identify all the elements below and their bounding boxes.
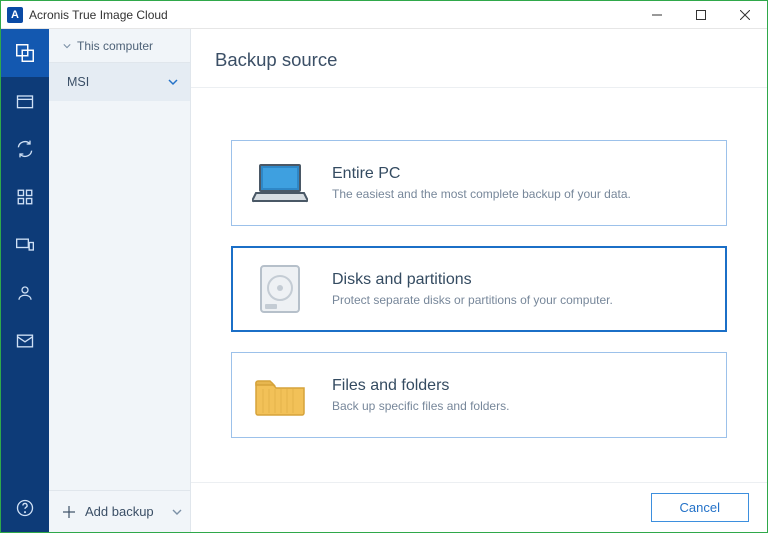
backup-list-sidebar: This computer MSI Add backup (49, 29, 191, 532)
sync-icon (15, 139, 35, 159)
laptop-icon (252, 157, 308, 209)
body: This computer MSI Add backup Back (1, 29, 767, 532)
nav-account[interactable] (1, 269, 49, 317)
nav-sync[interactable] (1, 125, 49, 173)
option-title: Entire PC (332, 165, 631, 183)
option-files-folders[interactable]: Files and folders Back up specific files… (231, 352, 727, 438)
option-entire-pc[interactable]: Entire PC The easiest and the most compl… (231, 140, 727, 226)
main-panel: Backup source Entire PC The easiest and … (191, 29, 767, 532)
plus-icon (63, 506, 75, 518)
chevron-down-icon (63, 42, 71, 50)
add-backup-button[interactable]: Add backup (49, 490, 190, 532)
backup-source-options: Entire PC The easiest and the most compl… (191, 88, 767, 482)
grid-icon (16, 188, 34, 206)
nav-help[interactable] (1, 484, 49, 532)
option-desc: Back up specific files and folders. (332, 399, 509, 413)
nav-dashboard[interactable] (1, 173, 49, 221)
sidebar-group-label: This computer (77, 39, 153, 53)
window-controls (635, 1, 767, 29)
chevron-down-icon (172, 507, 182, 517)
sidebar-item-msi[interactable]: MSI (49, 63, 190, 101)
window-title: Acronis True Image Cloud (29, 8, 168, 22)
folder-icon (252, 369, 308, 421)
option-desc: Protect separate disks or partitions of … (332, 293, 613, 307)
archive-icon (15, 91, 35, 111)
app-icon: A (7, 7, 23, 23)
sidebar-group-header[interactable]: This computer (49, 29, 190, 63)
app-window: A Acronis True Image Cloud (0, 0, 768, 533)
option-title: Disks and partitions (332, 271, 613, 289)
nav-feedback[interactable] (1, 317, 49, 365)
page-title: Backup source (191, 29, 767, 88)
mail-icon (15, 331, 35, 351)
help-icon (15, 498, 35, 518)
nav-rail (1, 29, 49, 532)
option-disks-partitions[interactable]: Disks and partitions Protect separate di… (231, 246, 727, 332)
nav-archive[interactable] (1, 77, 49, 125)
maximize-button[interactable] (679, 1, 723, 29)
minimize-button[interactable] (635, 1, 679, 29)
disk-icon (252, 263, 308, 315)
nav-backup[interactable] (1, 29, 49, 77)
titlebar: A Acronis True Image Cloud (1, 1, 767, 29)
cancel-button[interactable]: Cancel (651, 493, 749, 522)
devices-icon (15, 235, 35, 255)
option-title: Files and folders (332, 377, 509, 395)
nav-devices[interactable] (1, 221, 49, 269)
sidebar-item-label: MSI (67, 75, 89, 89)
chevron-down-icon (168, 77, 178, 87)
close-button[interactable] (723, 1, 767, 29)
add-backup-label: Add backup (85, 504, 154, 519)
option-desc: The easiest and the most complete backup… (332, 187, 631, 201)
footer: Cancel (191, 482, 767, 532)
person-icon (16, 284, 34, 302)
backup-icon (14, 42, 36, 64)
